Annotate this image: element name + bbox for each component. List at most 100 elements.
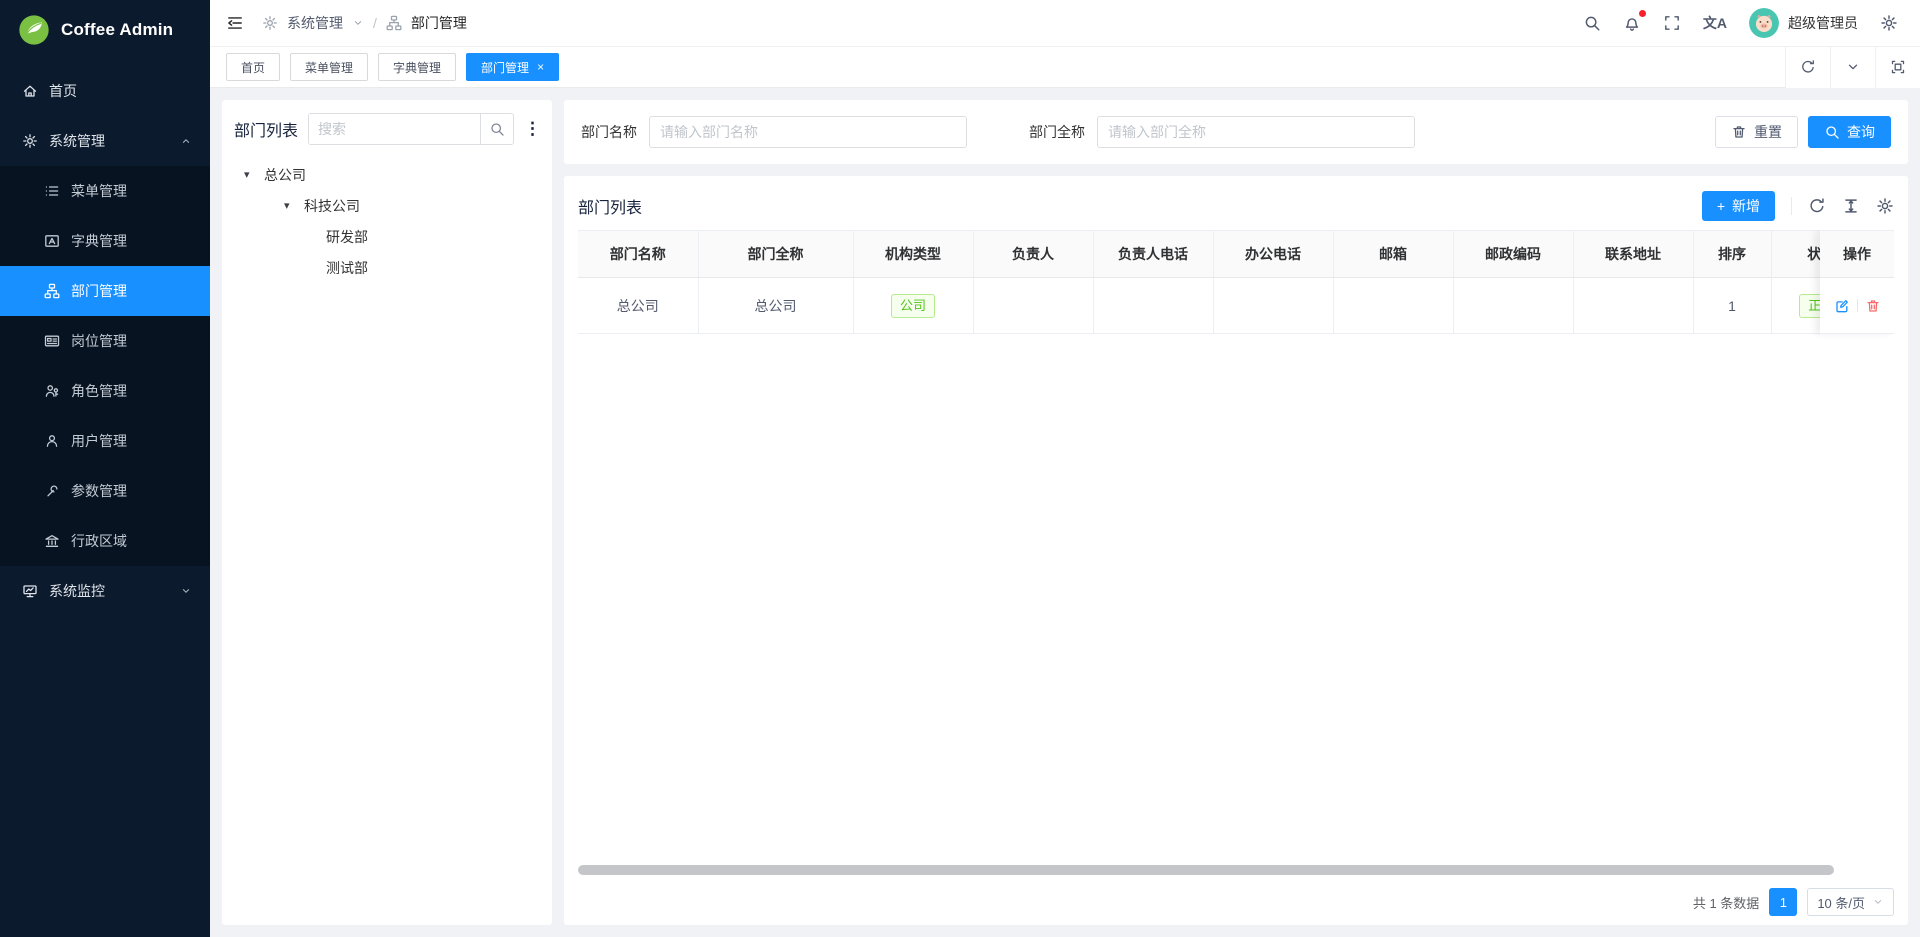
- sidebar-item-department-management[interactable]: 部门管理: [0, 266, 210, 316]
- tab-label: 部门管理: [481, 59, 529, 76]
- tree-node-label: 科技公司: [304, 196, 360, 216]
- pagination-total: 共 1 条数据: [1693, 893, 1759, 912]
- id-card-icon: [44, 333, 60, 349]
- refresh-tab-button[interactable]: [1785, 47, 1830, 88]
- tab-department-management[interactable]: 部门管理 ×: [466, 53, 559, 81]
- tree-node-label: 测试部: [326, 258, 368, 278]
- table-toolbar: + 新增: [1702, 191, 1894, 221]
- dept-fullname-input[interactable]: [1097, 116, 1415, 148]
- page-size-select[interactable]: 10 条/页: [1807, 888, 1894, 916]
- breadcrumb: 系统管理 / 部门管理: [262, 13, 467, 33]
- tab-home[interactable]: 首页: [226, 53, 280, 81]
- sidebar-item-user-management[interactable]: 用户管理: [0, 416, 210, 466]
- table-refresh-button[interactable]: [1808, 197, 1826, 215]
- maximize-content-button[interactable]: [1875, 47, 1920, 88]
- search-button[interactable]: [1583, 14, 1601, 32]
- sidebar-item-label: 角色管理: [71, 381, 127, 401]
- notification-button[interactable]: [1623, 14, 1641, 32]
- header-actions: 文A 超级管理员: [1583, 8, 1898, 38]
- edit-button[interactable]: [1834, 298, 1850, 314]
- sidebar-item-admin-region[interactable]: 行政区域: [0, 516, 210, 566]
- edit-icon: [1834, 298, 1850, 314]
- sidebar-item-system-management[interactable]: 系统管理: [0, 116, 210, 166]
- caret-down-icon[interactable]: ▾: [242, 168, 264, 181]
- table-header-row: 部门名称 部门全称 机构类型 负责人 负责人电话 办公电话 邮箱 邮政编码 联系…: [578, 231, 1871, 278]
- tree-more-button[interactable]: ⋮: [524, 119, 540, 139]
- toolbar-divider: [1791, 197, 1792, 215]
- cell-leader-phone: [1093, 278, 1213, 334]
- tab-options-button[interactable]: [1830, 47, 1875, 88]
- user-menu[interactable]: 超级管理员: [1749, 8, 1858, 38]
- col-operation: 操作: [1820, 230, 1894, 278]
- operation-column: 操作: [1820, 230, 1894, 334]
- tree-node-test-dept[interactable]: 测试部: [234, 252, 540, 283]
- tree-search-button[interactable]: [480, 114, 513, 144]
- reset-label: 重置: [1754, 122, 1782, 142]
- dictionary-icon: [44, 233, 60, 249]
- sidebar-item-system-monitor[interactable]: 系统监控: [0, 566, 210, 616]
- table-row[interactable]: 总公司 总公司 公司 1: [578, 278, 1871, 334]
- bank-icon: [44, 533, 60, 549]
- caret-down-icon[interactable]: ▾: [282, 199, 304, 212]
- tab-menu-management[interactable]: 菜单管理: [290, 53, 368, 81]
- gear-icon: [1880, 14, 1898, 32]
- search-icon: [1824, 124, 1840, 140]
- cell-dept-name: 总公司: [578, 278, 698, 334]
- trash-icon: [1865, 298, 1881, 314]
- refresh-icon: [1800, 59, 1816, 75]
- tab-dict-management[interactable]: 字典管理: [378, 53, 456, 81]
- settings-button[interactable]: [1880, 14, 1898, 32]
- col-dept-name: 部门名称: [578, 231, 698, 278]
- avatar: [1749, 8, 1779, 38]
- breadcrumb-section[interactable]: 系统管理: [287, 13, 343, 33]
- delete-button[interactable]: [1865, 298, 1881, 314]
- bell-icon: [1623, 14, 1641, 32]
- sidebar-item-dict-management[interactable]: 字典管理: [0, 216, 210, 266]
- fullscreen-button[interactable]: [1663, 14, 1681, 32]
- tree-node-head-office[interactable]: ▾ 总公司: [234, 159, 540, 190]
- department-table-card: 部门列表 + 新增: [564, 176, 1908, 925]
- sidebar-item-post-management[interactable]: 岗位管理: [0, 316, 210, 366]
- content-area: 部门列表 ⋮ ▾ 总公司 ▾ 科技公司: [210, 88, 1920, 937]
- monitor-icon: [22, 583, 38, 599]
- avatar-pig-icon: [1749, 8, 1779, 38]
- menu-fold-button[interactable]: [226, 14, 244, 32]
- department-tree: ▾ 总公司 ▾ 科技公司 研发部 测试部: [234, 159, 540, 283]
- col-office-phone: 办公电话: [1213, 231, 1333, 278]
- table-settings-button[interactable]: [1876, 197, 1894, 215]
- search-button[interactable]: 查询: [1808, 116, 1891, 148]
- sidebar-item-label: 参数管理: [71, 481, 127, 501]
- tab-label: 字典管理: [393, 59, 441, 76]
- language-button[interactable]: 文A: [1703, 13, 1727, 33]
- main-column: 部门名称 部门全称 重置 查询 部门列表: [564, 100, 1908, 925]
- col-sort: 排序: [1693, 231, 1771, 278]
- cell-org-type: 公司: [853, 278, 973, 334]
- filter-bar: 部门名称 部门全称 重置 查询: [564, 100, 1908, 164]
- tree-node-tech-company[interactable]: ▾ 科技公司: [234, 190, 540, 221]
- org-type-tag: 公司: [891, 294, 935, 318]
- notification-badge: [1639, 10, 1646, 17]
- trash-icon: [1731, 124, 1747, 140]
- gear-icon: [22, 133, 38, 149]
- cell-postcode: [1453, 278, 1573, 334]
- dept-fullname-label: 部门全称: [1029, 122, 1085, 142]
- dept-name-input[interactable]: [649, 116, 967, 148]
- sidebar-item-home[interactable]: 首页: [0, 66, 210, 116]
- sidebar-item-role-management[interactable]: 角色管理: [0, 366, 210, 416]
- sidebar-item-label: 系统管理: [49, 131, 105, 151]
- sidebar-item-menu-management[interactable]: 菜单管理: [0, 166, 210, 216]
- col-org-type: 机构类型: [853, 231, 973, 278]
- sidebar-item-parameter-management[interactable]: 参数管理: [0, 466, 210, 516]
- tree-node-rd-dept[interactable]: 研发部: [234, 221, 540, 252]
- tree-search-input[interactable]: [309, 114, 480, 144]
- table-density-button[interactable]: [1842, 197, 1860, 215]
- wrench-icon: [44, 483, 60, 499]
- plus-icon: +: [1717, 198, 1725, 214]
- col-leader-phone: 负责人电话: [1093, 231, 1213, 278]
- horizontal-scrollbar[interactable]: [578, 865, 1834, 875]
- add-button[interactable]: + 新增: [1702, 191, 1775, 221]
- operation-cell: [1820, 278, 1894, 334]
- page-button-1[interactable]: 1: [1769, 888, 1797, 916]
- close-icon[interactable]: ×: [537, 61, 544, 73]
- reset-button[interactable]: 重置: [1715, 116, 1798, 148]
